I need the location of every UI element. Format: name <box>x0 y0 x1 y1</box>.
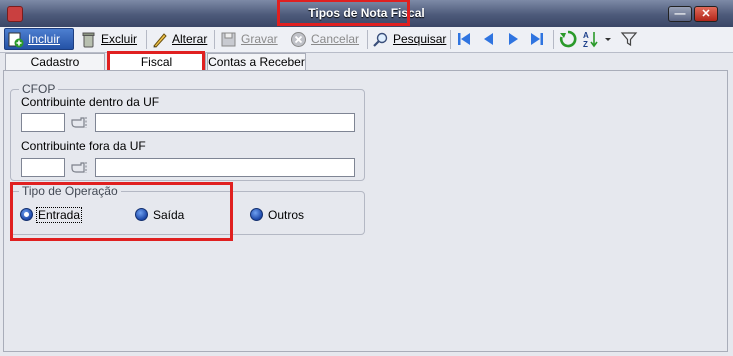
tab-contas-a-receber[interactable]: Contas a Receber <box>207 53 306 70</box>
entrada-label[interactable]: Entrada <box>36 207 83 223</box>
cancel-icon <box>290 31 307 48</box>
entrada-label-text: Entrada <box>36 207 83 223</box>
last-record-icon[interactable] <box>528 30 546 48</box>
trash-icon <box>80 31 97 48</box>
toolbar-separator <box>367 30 368 49</box>
pencil-icon <box>151 31 168 48</box>
outros-label[interactable]: Outros <box>268 208 304 222</box>
alterar-button[interactable]: Alterar <box>151 28 207 50</box>
refresh-icon[interactable] <box>559 30 577 48</box>
fora-uf-label: Contribuinte fora da UF <box>21 139 146 153</box>
toolbar-separator <box>450 30 451 49</box>
pesquisar-label: Pesquisar <box>393 32 447 46</box>
add-icon <box>7 31 24 48</box>
chevron-down-icon[interactable] <box>602 30 614 48</box>
toolbar-separator <box>553 30 554 49</box>
close-button[interactable]: ✕ <box>694 6 718 22</box>
app-window: Tipos de Nota Fiscal — ✕ Incluir Excluir… <box>0 0 733 356</box>
lookup-hand-icon[interactable] <box>71 160 91 178</box>
filter-icon[interactable] <box>620 30 638 48</box>
cancelar-button[interactable]: Cancelar <box>290 28 359 50</box>
alterar-label: Alterar <box>172 32 208 46</box>
excluir-label: Excluir <box>101 32 138 46</box>
toolbar-separator <box>214 30 215 49</box>
previous-record-icon[interactable] <box>480 30 498 48</box>
toolbar: Incluir Excluir Alterar Gravar Cancelar … <box>0 27 733 53</box>
next-record-icon[interactable] <box>504 30 522 48</box>
pesquisar-button[interactable]: Pesquisar <box>372 28 446 50</box>
tab-cadastro[interactable]: Cadastro <box>5 53 105 70</box>
first-record-icon[interactable] <box>455 30 473 48</box>
saida-radio[interactable] <box>135 208 148 221</box>
dentro-uf-label: Contribuinte dentro da UF <box>21 95 160 109</box>
lookup-hand-icon[interactable] <box>71 115 91 133</box>
dentro-uf-code-input[interactable] <box>21 113 65 132</box>
cfop-legend: CFOP <box>19 82 59 96</box>
minimize-button[interactable]: — <box>668 6 692 22</box>
dentro-uf-description-input[interactable] <box>95 113 355 132</box>
sort-az-icon[interactable]: AZ <box>581 30 599 49</box>
title-highlight-box <box>277 0 410 26</box>
entrada-radio[interactable] <box>20 208 33 221</box>
svg-text:Z: Z <box>583 40 588 48</box>
cancelar-label: Cancelar <box>311 32 360 46</box>
fora-uf-description-input[interactable] <box>95 158 355 177</box>
excluir-button[interactable]: Excluir <box>80 28 137 50</box>
incluir-label: Incluir <box>28 32 61 46</box>
tab-contas-a-receber-label: Contas a Receber <box>208 55 305 69</box>
svg-text:A: A <box>583 31 589 40</box>
save-icon <box>220 31 237 48</box>
incluir-button[interactable]: Incluir <box>4 28 74 50</box>
saida-label[interactable]: Saída <box>153 208 184 222</box>
title-bar[interactable]: Tipos de Nota Fiscal — ✕ <box>0 0 733 27</box>
magnifier-icon <box>372 31 389 48</box>
fora-uf-code-input[interactable] <box>21 158 65 177</box>
toolbar-separator <box>146 30 147 49</box>
outros-radio[interactable] <box>250 208 263 221</box>
tab-cadastro-label: Cadastro <box>30 55 80 69</box>
gravar-label: Gravar <box>241 32 278 46</box>
gravar-button[interactable]: Gravar <box>220 28 278 50</box>
